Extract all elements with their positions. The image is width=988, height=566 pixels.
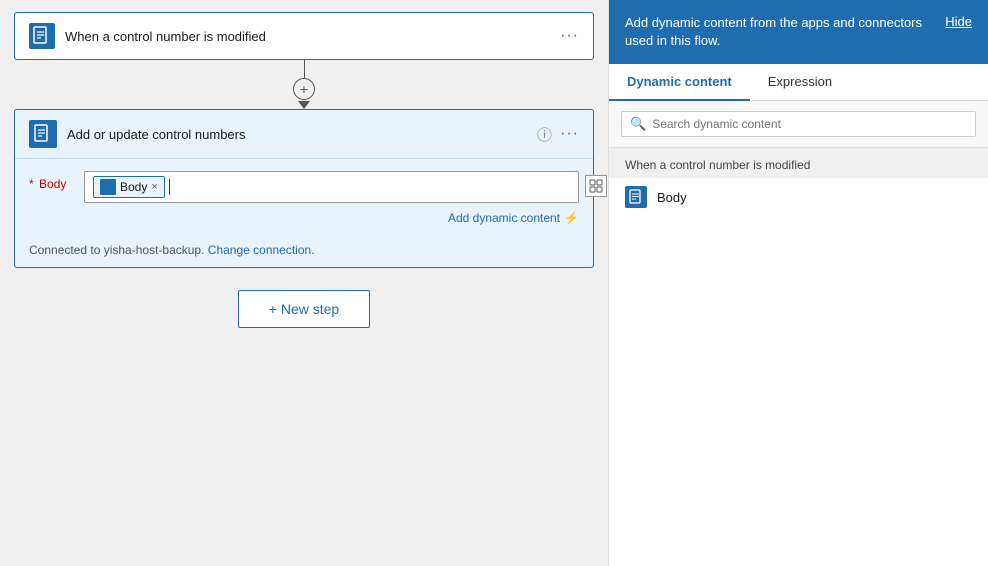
new-step-button[interactable]: + New step [238,290,370,328]
body-input-area: Body × [84,171,579,203]
connector: + [293,60,315,109]
add-dynamic-content-link[interactable]: Add dynamic content ⚡ [29,211,579,225]
trigger-doc-icon [33,26,51,46]
action-more-button[interactable]: ··· [560,125,579,143]
token-close-button[interactable]: × [151,181,157,193]
connection-info: Connected to yisha-host-backup. Change c… [15,237,593,267]
action-card-body: * Body Body × [15,159,593,237]
panel-header: Add dynamic content from the apps and co… [609,0,988,64]
body-field-label: * Body [29,171,84,191]
trigger-card-title: When a control number is modified [65,29,560,44]
panel-item-body-label: Body [657,190,687,205]
body-field-row: * Body Body × [29,171,579,203]
body-token[interactable]: Body × [93,176,165,198]
search-icon: 🔍 [630,116,646,132]
required-star: * [29,177,34,191]
main-area: When a control number is modified ··· + … [0,0,608,566]
tab-dynamic-content[interactable]: Dynamic content [609,64,750,101]
action-card-icon [29,120,57,148]
array-input-button[interactable] [585,175,607,197]
connector-arrow [298,101,310,109]
change-connection-link[interactable]: Change connection. [208,243,315,257]
panel-item-doc-icon [629,189,643,205]
token-icon [100,179,116,195]
panel-tabs: Dynamic content Expression [609,64,988,101]
trigger-more-button[interactable]: ··· [560,27,579,45]
token-label: Body [120,180,147,194]
array-icon-svg [589,179,603,193]
new-step-container: + New step [238,290,370,328]
text-cursor [169,179,170,195]
connection-text: Connected to yisha-host-backup. [29,243,204,257]
add-dynamic-content-anchor[interactable]: Add dynamic content [448,211,560,225]
panel-hide-button[interactable]: Hide [945,14,972,29]
trigger-card-icon [29,23,55,49]
body-label-text: Body [39,177,66,191]
tab-expression[interactable]: Expression [750,64,850,101]
right-panel: Add dynamic content from the apps and co… [608,0,988,566]
lightning-icon: ⚡ [564,211,579,225]
action-doc-icon [34,124,52,144]
trigger-card[interactable]: When a control number is modified ··· [14,12,594,60]
panel-item-body-icon [625,186,647,208]
panel-item-body[interactable]: Body [609,178,988,216]
panel-section-header: When a control number is modified [609,148,988,178]
body-token-input[interactable]: Body × [84,171,579,203]
action-info-button[interactable]: ⓘ [537,124,552,145]
connector-line [304,60,305,78]
search-box[interactable]: 🔍 [621,111,976,137]
action-card-title: Add or update control numbers [67,127,537,142]
action-card-header: Add or update control numbers ⓘ ··· [15,110,593,159]
action-card: Add or update control numbers ⓘ ··· * Bo… [14,109,594,268]
action-card-actions: ⓘ ··· [537,124,579,145]
connector-plus-button[interactable]: + [293,78,315,100]
panel-search-area: 🔍 [609,101,988,148]
panel-header-text: Add dynamic content from the apps and co… [625,14,929,50]
search-input[interactable] [652,117,967,131]
